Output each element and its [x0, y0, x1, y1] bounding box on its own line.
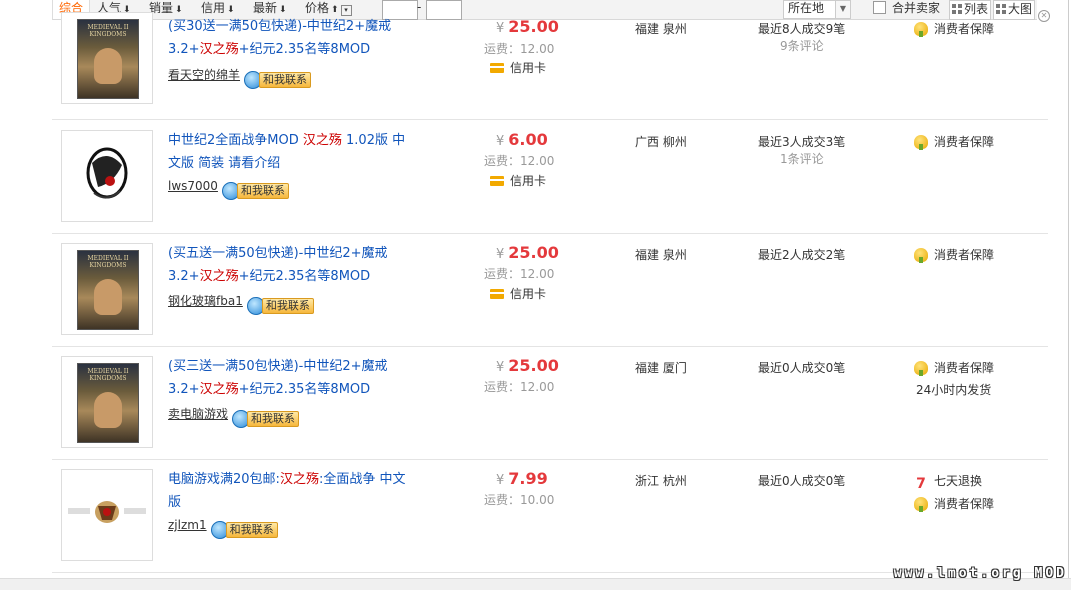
product-thumbnail[interactable]: [61, 469, 153, 561]
recent-deals: 最近2人成交2笔: [758, 248, 846, 262]
ink-art-image: [86, 147, 128, 199]
seller-link[interactable]: 钢化玻璃fba1 和我联系: [168, 292, 314, 315]
product-thumbnail[interactable]: MEDIEVAL II KINGDOMS: [61, 356, 153, 448]
consumer-protection-badge[interactable]: 消费者保障: [914, 359, 994, 376]
review-count-link[interactable]: 9条评论: [780, 37, 824, 54]
contact-seller-button[interactable]: 和我联系: [210, 520, 278, 539]
table-row: MEDIEVAL II KINGDOMS (买三送一满50包快递)-中世纪2+魔…: [52, 346, 1048, 460]
seller-location: 广西 柳州: [635, 135, 687, 149]
seller-location: 福建 泉州: [635, 248, 687, 262]
shipping-fee: 运费：12.00: [484, 380, 555, 394]
price: ¥6.00: [496, 130, 548, 149]
shipping-fee: 运费：12.00: [484, 267, 555, 281]
credit-card-icon: [490, 63, 504, 73]
product-title-link[interactable]: (买五送一满50包快递)-中世纪2+魔戒3.2+汉之殇+纪元2.35名等8MOD: [168, 242, 418, 288]
recent-deals: 最近3人成交3笔: [758, 135, 846, 149]
price: ¥25.00: [496, 356, 559, 375]
product-thumbnail[interactable]: MEDIEVAL II KINGDOMS: [61, 12, 153, 104]
credit-card-icon: [490, 289, 504, 299]
contact-seller-button[interactable]: 和我联系: [221, 181, 289, 200]
price: ¥7.99: [496, 469, 548, 488]
table-row: MEDIEVAL II KINGDOMS (买30送一满50包快递)-中世纪2+…: [52, 6, 1048, 120]
table-row: MEDIEVAL II KINGDOMS (买五送一满50包快递)-中世纪2+魔…: [52, 233, 1048, 347]
product-title-link[interactable]: (买三送一满50包快递)-中世纪2+魔戒3.2+汉之殇+纪元2.35名等8MOD: [168, 355, 418, 401]
contact-seller-button[interactable]: 和我联系: [232, 409, 300, 428]
payment-method: 信用卡: [490, 285, 546, 302]
payment-method: 信用卡: [490, 59, 546, 76]
contact-seller-button[interactable]: 和我联系: [244, 70, 312, 89]
site-watermark: www.lmot.org MOD: [893, 566, 1067, 581]
shipping-fee: 运费：10.00: [484, 493, 555, 507]
seven-day-return-badge[interactable]: 7 七天退换: [914, 472, 982, 491]
protection-shield-icon: [914, 361, 928, 376]
table-row: 中世纪2全面战争MOD 汉之殇 1.02版 中文版 简装 请看介绍 lws700…: [52, 120, 1048, 234]
game-cover-image: MEDIEVAL II KINGDOMS: [77, 19, 139, 99]
protection-shield-icon: [914, 22, 928, 37]
seller-link[interactable]: zjlzm1 和我联系: [168, 518, 278, 539]
contact-seller-button[interactable]: 和我联系: [246, 296, 314, 315]
protection-shield-icon: [914, 135, 928, 150]
ship-within-24h-badge: 24小时内发货: [916, 383, 992, 397]
shipping-fee: 运费：12.00: [484, 42, 555, 56]
consumer-protection-badge[interactable]: 消费者保障: [914, 20, 994, 37]
table-row: 电脑游戏满20包邮:汉之殇:全面战争 中文版 zjlzm1 和我联系 ¥7.99 …: [52, 459, 1048, 573]
product-title-link[interactable]: 电脑游戏满20包邮:汉之殇:全面战争 中文版: [168, 468, 418, 514]
recent-deals: 最近0人成交0笔: [758, 474, 846, 488]
consumer-protection-badge[interactable]: 消费者保障: [914, 133, 994, 150]
price: ¥25.00: [496, 17, 559, 36]
seller-location: 浙江 杭州: [635, 474, 687, 488]
consumer-protection-badge[interactable]: 消费者保障: [914, 246, 994, 263]
payment-method: 信用卡: [490, 172, 546, 189]
protection-shield-icon: [914, 248, 928, 263]
review-count-link[interactable]: 1条评论: [780, 150, 824, 167]
seven-day-return-icon: 7: [916, 476, 926, 492]
seller-link[interactable]: 看天空的绵羊 和我联系: [168, 66, 312, 89]
product-title-link[interactable]: 中世纪2全面战争MOD 汉之殇 1.02版 中文版 简装 请看介绍: [168, 129, 418, 175]
product-thumbnail[interactable]: [61, 130, 153, 222]
seller-link[interactable]: lws7000 和我联系: [168, 179, 289, 200]
recent-deals: 最近0人成交0笔: [758, 361, 846, 375]
game-cover-image: MEDIEVAL II KINGDOMS: [77, 363, 139, 443]
protection-shield-icon: [914, 497, 928, 512]
seller-link[interactable]: 卖电脑游戏 和我联系: [168, 405, 300, 428]
consumer-protection-badge[interactable]: 消费者保障: [914, 495, 994, 512]
seller-location: 福建 泉州: [635, 22, 687, 36]
page-right-border: [1068, 0, 1069, 578]
product-thumbnail[interactable]: MEDIEVAL II KINGDOMS: [61, 243, 153, 335]
recent-deals: 最近8人成交9笔: [758, 22, 846, 36]
game-cover-image: MEDIEVAL II KINGDOMS: [77, 250, 139, 330]
price: ¥25.00: [496, 243, 559, 262]
credit-card-icon: [490, 176, 504, 186]
seller-location: 福建 厦门: [635, 361, 687, 375]
product-title-link[interactable]: (买30送一满50包快递)-中世纪2+魔戒3.2+汉之殇+纪元2.35名等8MO…: [168, 15, 418, 61]
game-banner-image: [68, 501, 146, 523]
shipping-fee: 运费：12.00: [484, 154, 555, 168]
